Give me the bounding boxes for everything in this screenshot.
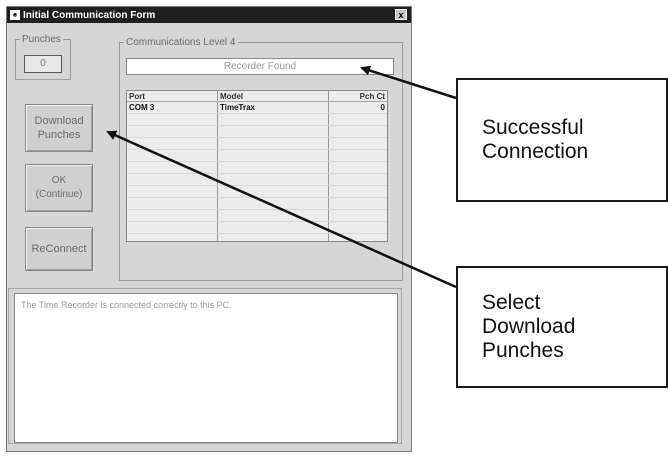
arrow-to-download <box>106 130 457 289</box>
arrow-to-status <box>360 65 457 100</box>
callout-arrows <box>106 65 457 289</box>
